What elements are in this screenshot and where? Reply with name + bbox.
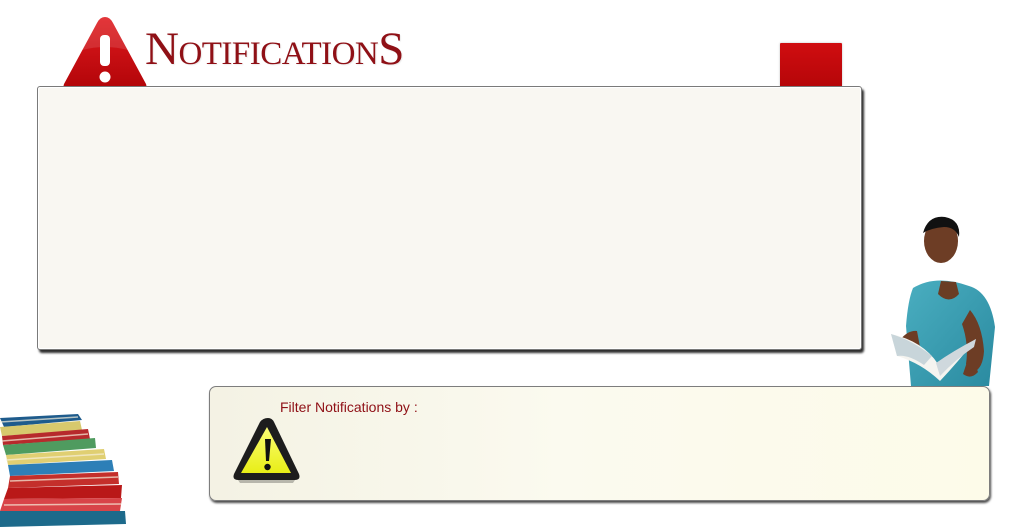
red-header-block [780, 43, 842, 87]
notifications-panel [37, 86, 862, 350]
warning-exclamation-icon [63, 17, 147, 90]
notifications-page: NotificationS Filter Notifications by : [0, 0, 1010, 527]
page-title: NotificationS [145, 23, 404, 75]
filter-label: Filter Notifications by : [280, 399, 418, 415]
nurse-reading-image [891, 216, 995, 386]
caution-triangle-icon [233, 418, 300, 483]
books-image [0, 414, 126, 527]
filter-panel: Filter Notifications by : [209, 386, 990, 501]
